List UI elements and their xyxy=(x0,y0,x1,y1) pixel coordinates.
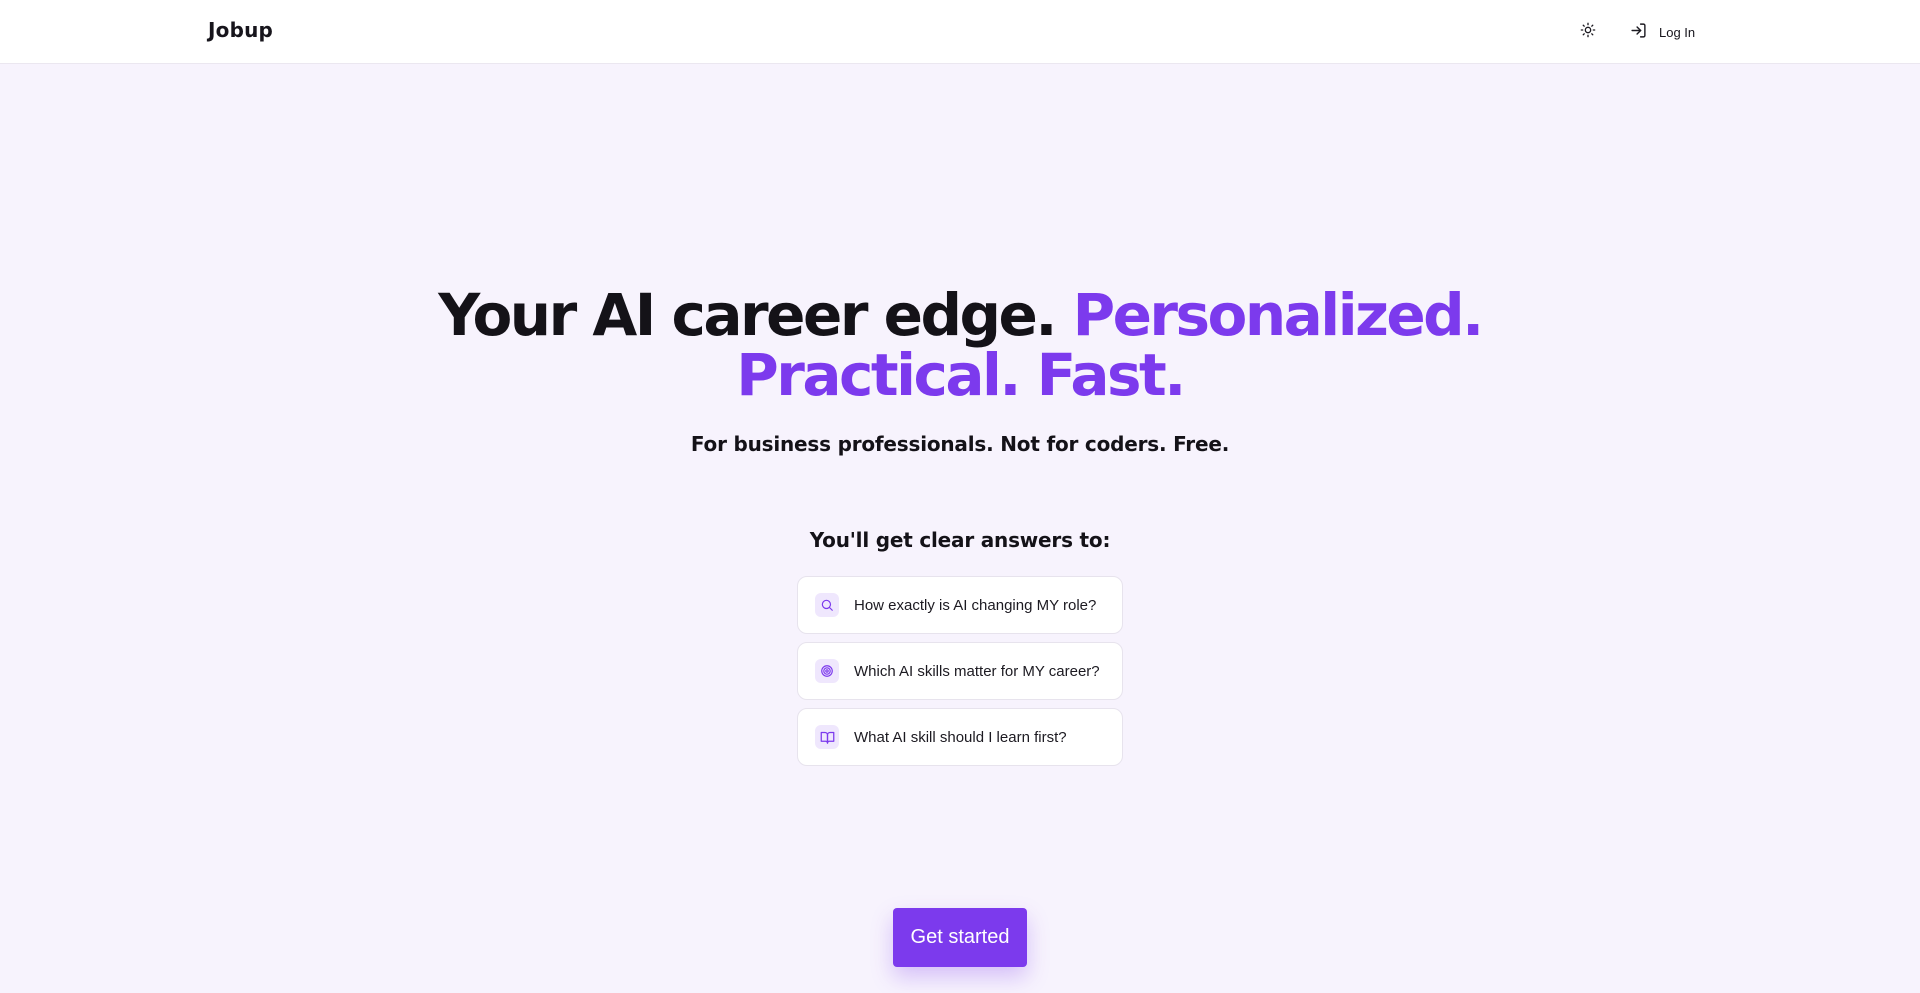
hero-section: Your AI career edge. Personalized. Pract… xyxy=(0,285,1920,456)
answers-title: You'll get clear answers to: xyxy=(809,528,1111,552)
book-open-icon xyxy=(815,725,839,749)
hero-subheadline: For business professionals. Not for code… xyxy=(690,432,1230,456)
question-card-first-skill[interactable]: What AI skill should I learn first? xyxy=(797,708,1123,766)
question-text: Which AI skills matter for MY career? xyxy=(854,662,1100,680)
search-icon xyxy=(815,593,839,617)
theme-toggle-button[interactable] xyxy=(1572,18,1604,46)
log-in-button[interactable]: Log In xyxy=(1626,16,1699,48)
question-text: What AI skill should I learn first? xyxy=(854,728,1067,746)
sun-icon xyxy=(1580,22,1596,42)
log-in-label: Log In xyxy=(1659,24,1696,40)
top-navigation-bar: Jobup Log In xyxy=(0,0,1920,64)
question-card-skills[interactable]: Which AI skills matter for MY career? xyxy=(797,642,1123,700)
get-started-button[interactable]: Get started xyxy=(893,908,1027,967)
question-text: How exactly is AI changing MY role? xyxy=(854,596,1097,614)
question-card-role[interactable]: How exactly is AI changing MY role? xyxy=(797,576,1123,634)
questions-list: How exactly is AI changing MY role? Whic… xyxy=(797,576,1123,774)
log-in-icon xyxy=(1630,22,1647,42)
brand-logo[interactable]: Jobup xyxy=(208,18,273,42)
headline-text: Your AI career edge. xyxy=(438,281,1073,349)
target-icon xyxy=(815,659,839,683)
headline-accent-practical-fast: Practical. Fast. xyxy=(736,341,1186,409)
hero-headline: Your AI career edge. Personalized. Pract… xyxy=(0,285,1920,405)
headline-accent-personalized: Personalized. xyxy=(1072,281,1485,349)
